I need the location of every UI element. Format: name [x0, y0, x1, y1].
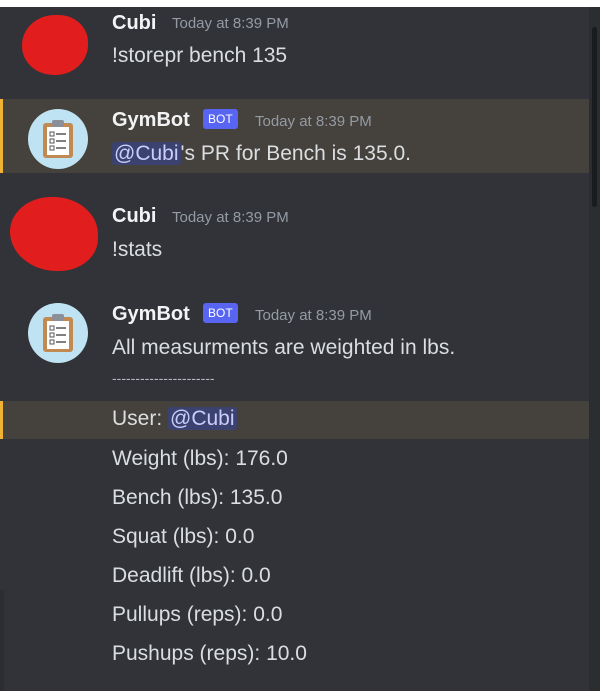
user-mention[interactable]: @Cubi — [168, 407, 237, 430]
avatar[interactable] — [10, 197, 98, 271]
bot-badge: BOT — [203, 303, 238, 323]
message-text: 's PR for Bench is 135.0. — [180, 142, 411, 165]
stat-deadlift: Deadlift (lbs): 0.0 — [112, 564, 271, 587]
message-cubi-1: Cubi Today at 8:39 PM !storepr bench 135 — [0, 7, 589, 87]
bot-badge: BOT — [203, 109, 238, 129]
message-content: !stats — [112, 238, 163, 261]
stat-squat: Squat (lbs): 0.0 — [112, 525, 255, 548]
scrollbar-thumb[interactable] — [592, 27, 597, 207]
scrollbar[interactable] — [589, 7, 600, 691]
top-edge — [0, 0, 600, 7]
user-line: User: @Cubi — [112, 407, 237, 431]
message-gymbot-2: GymBot BOT Today at 8:39 PM All measurme… — [0, 293, 589, 363]
user-label: User: — [112, 407, 169, 430]
author-name[interactable]: GymBot — [112, 109, 190, 132]
clipboard-icon — [43, 120, 73, 158]
message-gymbot-1: GymBot BOT Today at 8:39 PM @Cubi's PR f… — [0, 99, 589, 173]
message-timestamp: Today at 8:39 PM — [255, 113, 372, 130]
author-name[interactable]: GymBot — [112, 303, 190, 326]
divider-line: ---------------------- — [112, 370, 215, 386]
user-mention[interactable]: @Cubi — [112, 142, 181, 165]
avatar[interactable] — [28, 303, 88, 363]
stat-pushups: Pushups (reps): 10.0 — [112, 642, 307, 665]
stat-weight: Weight (lbs): 176.0 — [112, 447, 288, 470]
author-name[interactable]: Cubi — [112, 205, 156, 228]
clipboard-icon — [43, 314, 73, 352]
avatar[interactable] — [22, 15, 88, 75]
message-cubi-2: Cubi Today at 8:39 PM !stats — [0, 195, 589, 275]
author-name[interactable]: Cubi — [112, 12, 156, 35]
stat-bench: Bench (lbs): 135.0 — [112, 486, 283, 509]
left-edge — [0, 590, 4, 691]
message-content: @Cubi's PR for Bench is 135.0. — [112, 142, 411, 166]
message-content: !storepr bench 135 — [112, 44, 288, 67]
stat-pullups: Pullups (reps): 0.0 — [112, 603, 283, 626]
message-timestamp: Today at 8:39 PM — [255, 307, 372, 324]
avatar[interactable] — [28, 109, 88, 169]
message-timestamp: Today at 8:39 PM — [172, 15, 289, 32]
message-content: All measurments are weighted in lbs. — [112, 336, 456, 359]
message-timestamp: Today at 8:39 PM — [172, 209, 289, 226]
user-row-highlight — [0, 401, 589, 439]
